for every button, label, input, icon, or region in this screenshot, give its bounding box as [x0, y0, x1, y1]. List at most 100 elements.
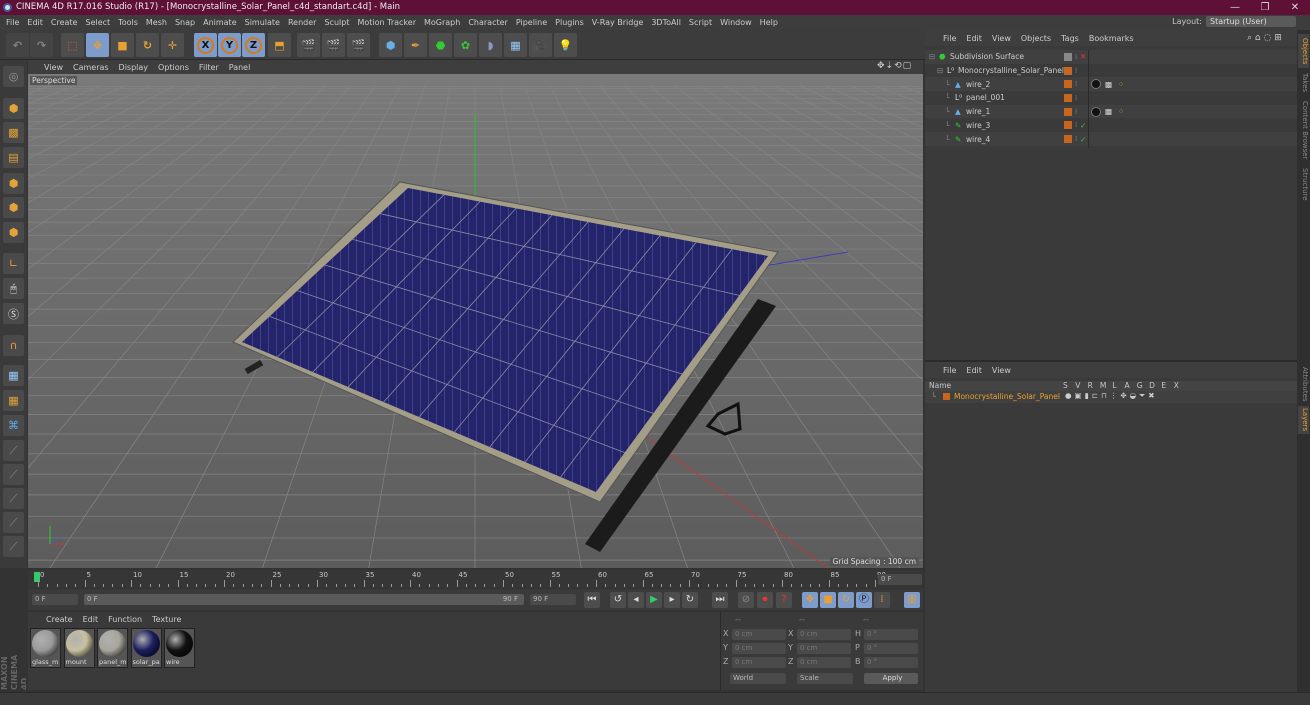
- layer-menu-edit[interactable]: Edit: [966, 366, 982, 375]
- undo-icon[interactable]: ↶: [6, 33, 29, 57]
- light-icon[interactable]: 💡: [554, 33, 577, 57]
- tab-structure[interactable]: Structure: [1298, 166, 1309, 202]
- om-menu-file[interactable]: File: [943, 34, 956, 43]
- live-selection-icon[interactable]: ⬚: [61, 33, 84, 57]
- snap-icon[interactable]: Ⓢ: [3, 303, 24, 324]
- recent-tool-icon[interactable]: ✛: [161, 33, 184, 57]
- visibility-dots-icon[interactable]: ⁞: [1075, 67, 1077, 75]
- layer-color-swatch[interactable]: [943, 393, 950, 400]
- frame-range-slider[interactable]: 0 F 90 F: [84, 594, 524, 605]
- 3d-viewport[interactable]: Perspective Grid Spacing : 100 cm: [28, 74, 923, 568]
- cloner-icon[interactable]: ✿: [454, 33, 477, 57]
- edges-mode-icon[interactable]: ⬢: [3, 197, 24, 218]
- column-x[interactable]: X: [1174, 381, 1179, 390]
- floor-icon[interactable]: ▦: [504, 33, 527, 57]
- om-menu-bookmarks[interactable]: Bookmarks: [1089, 34, 1134, 43]
- record-keys-icon[interactable]: ⊘: [738, 592, 754, 608]
- autokey-icon[interactable]: ⏺: [757, 592, 773, 608]
- render-view-icon[interactable]: 🎬: [297, 33, 320, 57]
- menu-plugins[interactable]: Plugins: [555, 18, 584, 27]
- menu-help[interactable]: Help: [760, 18, 778, 27]
- keyframe-selection-icon[interactable]: ?: [776, 592, 792, 608]
- column-l[interactable]: L: [1112, 381, 1116, 390]
- z-axis-lock-button[interactable]: Z: [242, 33, 265, 57]
- key-position-icon[interactable]: ✥: [802, 592, 818, 608]
- visibility-dots-icon[interactable]: ⁞: [1075, 121, 1077, 129]
- deformer-icon[interactable]: ◗: [479, 33, 502, 57]
- next-frame-icon[interactable]: ▸: [664, 592, 680, 608]
- menu-select[interactable]: Select: [85, 18, 110, 27]
- material-menu-function[interactable]: Function: [108, 615, 142, 624]
- tweak-mode-icon[interactable]: 🖱: [3, 278, 24, 299]
- previous-key-icon[interactable]: ↺: [610, 592, 626, 608]
- column-s[interactable]: S: [1063, 381, 1068, 390]
- object-row[interactable]: └ ✎ wire_3 ⁞ ✓: [925, 118, 1297, 133]
- visibility-dots-icon[interactable]: ⁞: [1075, 135, 1077, 143]
- previous-frame-icon[interactable]: ◂: [628, 592, 644, 608]
- uvw-tag-icon[interactable]: ⁘: [1118, 80, 1124, 89]
- material-menu-edit[interactable]: Edit: [83, 615, 99, 624]
- make-editable-icon[interactable]: ◎: [3, 66, 24, 87]
- material-tag-icon[interactable]: [1091, 79, 1101, 90]
- layer-color-icon[interactable]: [1064, 107, 1072, 116]
- menu-edit[interactable]: Edit: [27, 18, 43, 27]
- render-settings-icon[interactable]: 🎬: [347, 33, 370, 57]
- coord-field[interactable]: 0 cm: [797, 643, 851, 654]
- menu-render[interactable]: Render: [288, 18, 316, 27]
- material-swatch[interactable]: mount: [63, 628, 95, 668]
- tab-attributes[interactable]: Attributes: [1298, 364, 1309, 404]
- visibility-dots-icon[interactable]: ⁞: [1075, 94, 1077, 102]
- material-swatch[interactable]: glass_m: [30, 628, 61, 668]
- menu-simulate[interactable]: Simulate: [245, 18, 280, 27]
- texture-tag-icon[interactable]: ▩: [1105, 80, 1112, 89]
- material-swatch[interactable]: panel_m: [97, 628, 128, 668]
- column-m[interactable]: M: [1100, 381, 1106, 390]
- layer-toggle-icons[interactable]: ●▣▮⊏⊓⋮✥◒⏷✖: [1065, 391, 1158, 401]
- coord-field[interactable]: 0 cm: [732, 657, 786, 668]
- smooth-icon[interactable]: ⟋: [3, 512, 24, 533]
- model-mode-icon[interactable]: ⬢: [3, 98, 24, 119]
- camera-icon[interactable]: 🎥: [529, 33, 552, 57]
- next-key-icon[interactable]: ↻: [682, 592, 698, 608]
- lock-workplane-icon[interactable]: ▦: [3, 365, 24, 386]
- column-a[interactable]: A: [1125, 381, 1130, 390]
- object-row[interactable]: └ ▲ wire_1 ⁞ ▩ ⁘: [925, 104, 1297, 119]
- minimize-button[interactable]: —: [1220, 0, 1250, 15]
- object-row[interactable]: ⊟ ⬣ Subdivision Surface ✕ ⁞: [925, 50, 1297, 64]
- menu-create[interactable]: Create: [51, 18, 78, 27]
- layer-color-icon[interactable]: [1064, 93, 1072, 102]
- coord-field[interactable]: 0 cm: [797, 629, 851, 640]
- viewport-menu-view[interactable]: View: [44, 63, 63, 72]
- material-menu-texture[interactable]: Texture: [152, 615, 181, 624]
- planar-workplane-icon[interactable]: ▦: [3, 390, 24, 411]
- object-row[interactable]: └ L⁰ panel_001 ⁞: [925, 91, 1297, 105]
- go-to-end-icon[interactable]: ⏭: [712, 592, 728, 608]
- texture-mode-icon[interactable]: ▩: [3, 122, 24, 143]
- x-axis-lock-button[interactable]: X: [194, 33, 217, 57]
- apply-button[interactable]: Apply: [864, 673, 918, 684]
- scale-tool-icon[interactable]: ■: [111, 33, 134, 57]
- menu-snap[interactable]: Snap: [175, 18, 195, 27]
- rotate-tool-icon[interactable]: ↻: [136, 33, 159, 57]
- menu-animate[interactable]: Animate: [203, 18, 237, 27]
- pen-spline-icon[interactable]: ✒: [404, 33, 427, 57]
- workplane-icon[interactable]: ▤: [3, 147, 24, 168]
- viewport-menu-filter[interactable]: Filter: [199, 63, 219, 72]
- render-picture-viewer-icon[interactable]: 🎬: [322, 33, 345, 57]
- viewport-menu-panel[interactable]: Panel: [229, 63, 251, 72]
- start-frame-field[interactable]: 0 F: [32, 594, 78, 605]
- menu-pipeline[interactable]: Pipeline: [516, 18, 547, 27]
- brush-icon[interactable]: ⟋: [3, 440, 24, 461]
- go-to-start-icon[interactable]: ⏮: [584, 592, 600, 608]
- tab-takes[interactable]: Takes: [1298, 72, 1309, 94]
- material-swatch[interactable]: wire: [164, 628, 195, 668]
- key-rotation-icon[interactable]: ↻: [838, 592, 854, 608]
- coord-field[interactable]: 0 cm: [732, 643, 786, 654]
- polygons-mode-icon[interactable]: ⬢: [3, 222, 24, 243]
- timeline-window-icon[interactable]: ▥: [904, 592, 920, 608]
- menu-script[interactable]: Script: [689, 18, 712, 27]
- layer-menu-view[interactable]: View: [992, 366, 1011, 375]
- visibility-dots-icon[interactable]: ⁞: [1075, 80, 1077, 88]
- visibility-dots-icon[interactable]: ⁞: [1075, 53, 1077, 61]
- column-name[interactable]: Name: [929, 381, 951, 390]
